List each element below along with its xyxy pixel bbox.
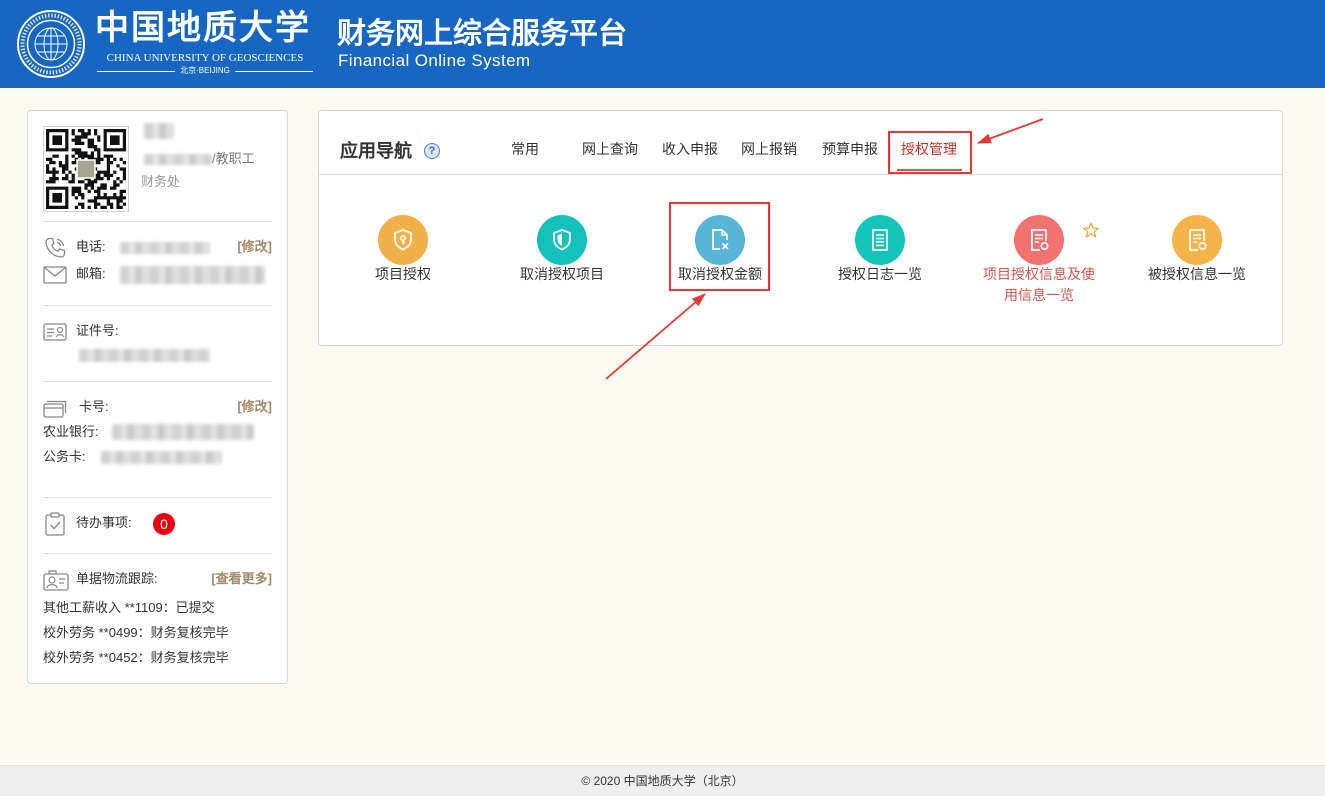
- university-name-cn: 中国地质大学: [95, 8, 311, 48]
- app-navigation-panel: 应用导航 ? 常用 网上查询 收入申报 网上报销 预算申报 授权管理 项目授权 …: [318, 110, 1283, 346]
- phone-icon: [45, 237, 66, 258]
- campus-name: 北京·BEIJING: [180, 66, 230, 75]
- system-title-en: Financial Online System: [338, 51, 531, 70]
- clipboard-check-icon: [45, 512, 65, 536]
- id-card-icon: [43, 323, 67, 341]
- campus-rule-left: [97, 70, 176, 72]
- id-number-label: 证件号:: [76, 323, 119, 338]
- divider: [43, 497, 272, 498]
- tracking-label: 单据物流跟踪:: [76, 571, 158, 586]
- qr-code-image: [46, 129, 126, 209]
- mail-icon: [43, 266, 67, 284]
- divider: [43, 553, 272, 554]
- tracking-item[interactable]: 校外劳务 **0452：财务复核完毕: [43, 649, 229, 667]
- app-icon-circle: [537, 215, 587, 265]
- app-label: 项目授权信息及使用信息一览: [983, 266, 1095, 303]
- tab-income-declaration[interactable]: 收入申报: [662, 139, 718, 159]
- university-name-en: CHINA UNIVERSITY OF GEOSCIENCES: [106, 52, 304, 64]
- app-label: 授权日志一览: [838, 266, 922, 282]
- todo-count-badge[interactable]: 0: [153, 513, 175, 535]
- highlight-box-auth-tab: [888, 131, 972, 174]
- app-label: 取消授权项目: [520, 266, 604, 282]
- copyright-text: © 2020 中国地质大学（北京）: [581, 774, 744, 788]
- university-seal-logo: [17, 10, 85, 78]
- todo-label: 待办事项:: [76, 515, 132, 530]
- app-icon-circle: [855, 215, 905, 265]
- document-tracking-icon: [43, 570, 69, 591]
- favorite-star-icon[interactable]: [1083, 222, 1099, 238]
- campus-rule-right: [234, 70, 313, 72]
- tracking-item[interactable]: 其他工薪收入 **1109：已提交: [43, 599, 215, 617]
- tab-online-reimbursement[interactable]: 网上报销: [741, 139, 797, 159]
- help-question-icon[interactable]: ?: [424, 143, 440, 159]
- app-label: 项目授权: [375, 266, 431, 282]
- app-icon-circle: [1014, 215, 1064, 265]
- tab-budget-declaration[interactable]: 预算申报: [822, 139, 878, 159]
- top-header-bar: 中国地质大学 CHINA UNIVERSITY OF GEOSCIENCES 北…: [0, 0, 1325, 88]
- tracking-item[interactable]: 校外劳务 **0499：财务复核完毕: [43, 624, 229, 642]
- system-title-cn: 财务网上综合服务平台: [337, 18, 628, 50]
- tab-online-query[interactable]: 网上查询: [582, 139, 638, 159]
- app-label: 被授权信息一览: [1148, 266, 1246, 282]
- app-nav-title: 应用导航: [340, 141, 412, 161]
- redacted-email: [120, 266, 265, 284]
- page-footer: © 2020 中国地质大学（北京）: [0, 765, 1325, 796]
- document-list-icon: [872, 229, 888, 251]
- user-role: /教职工: [212, 151, 255, 166]
- redacted-id-number: [79, 349, 210, 362]
- bank-card-icon: [43, 400, 67, 418]
- app-cancel-authorized-project[interactable]: 取消授权项目: [497, 215, 627, 285]
- tab-common[interactable]: 常用: [511, 139, 539, 159]
- email-label: 邮箱:: [76, 266, 106, 281]
- shield-half-icon: [553, 229, 571, 251]
- app-authorization-log[interactable]: 授权日志一览: [815, 215, 945, 285]
- view-more-link[interactable]: [查看更多]: [211, 570, 272, 588]
- bank-label: 农业银行:: [43, 424, 99, 439]
- divider: [43, 381, 272, 382]
- redacted-name: [144, 123, 174, 139]
- app-nav-header: 应用导航 ? 常用 网上查询 收入申报 网上报销 预算申报 授权管理: [319, 111, 1282, 175]
- redacted-user-id: [144, 154, 212, 165]
- app-icon-circle: [1172, 215, 1222, 265]
- redacted-phone: [120, 242, 210, 254]
- redacted-bank-card: [112, 424, 254, 440]
- qr-center-photo: [76, 159, 96, 179]
- user-department: 财务处: [141, 174, 181, 189]
- edit-phone-link[interactable]: [修改]: [237, 238, 272, 256]
- document-info-icon: [1031, 229, 1049, 251]
- edit-card-link[interactable]: [修改]: [237, 398, 272, 416]
- official-card-label: 公务卡:: [43, 449, 86, 464]
- divider: [43, 305, 272, 306]
- divider: [43, 221, 272, 222]
- phone-label: 电话:: [76, 239, 106, 254]
- app-project-authorization[interactable]: 项目授权: [338, 215, 468, 285]
- user-profile-panel: /教职工 财务处 电话: [修改] 邮箱: 证件号: 卡号: [修改] 农业银行…: [27, 110, 288, 684]
- redacted-official-card: [101, 451, 222, 464]
- highlight-box-cancel-amount: [669, 202, 770, 291]
- document-info-icon: [1189, 229, 1207, 251]
- app-icon-circle: [378, 215, 428, 265]
- qr-code: [43, 126, 129, 212]
- card-number-label: 卡号:: [79, 399, 109, 414]
- app-authorized-info-list[interactable]: 被授权信息一览: [1132, 215, 1262, 285]
- shield-key-icon: [394, 229, 412, 251]
- campus-line: 北京·BEIJING: [97, 66, 313, 76]
